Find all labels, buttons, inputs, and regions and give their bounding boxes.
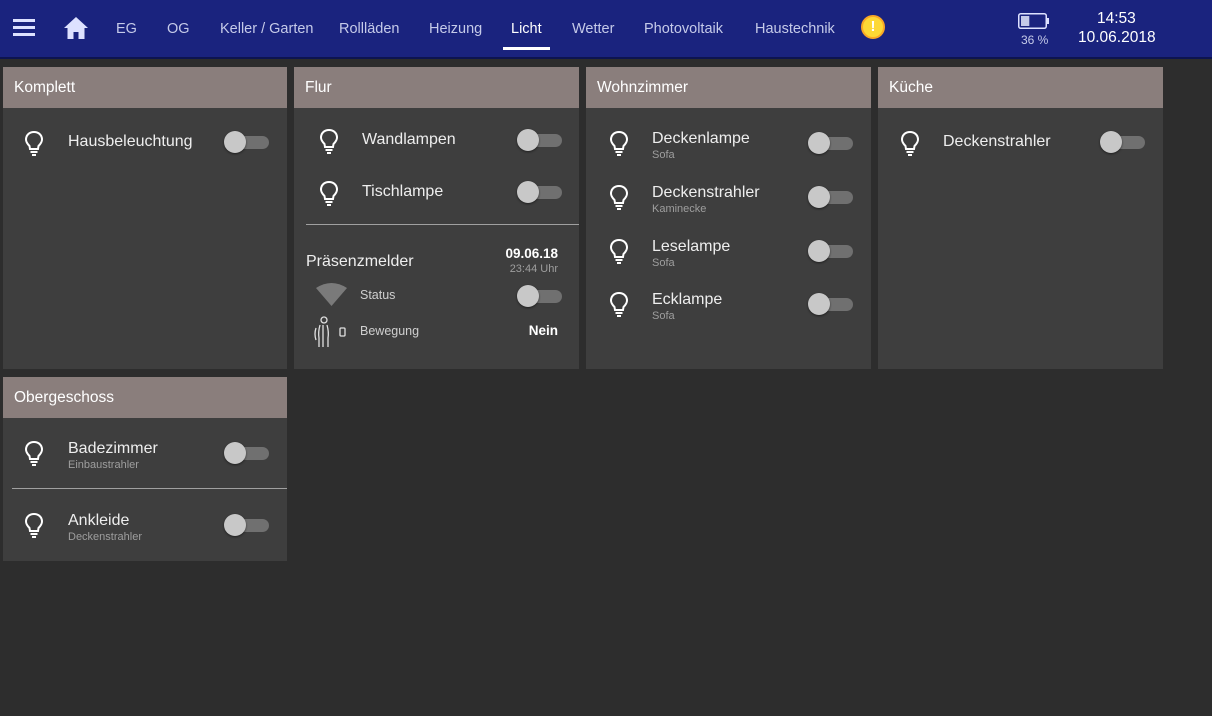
light-toggle[interactable]	[808, 293, 853, 315]
lightbulb-icon	[609, 130, 629, 156]
tab-eg[interactable]: EG	[116, 21, 137, 37]
wifi-signal-icon	[315, 282, 348, 306]
tab-licht[interactable]: Licht	[511, 21, 542, 37]
lightbulb-icon	[24, 130, 44, 156]
light-toggle[interactable]	[808, 186, 853, 208]
motion-value: Nein	[528, 323, 558, 338]
light-toggle[interactable]	[224, 131, 269, 153]
motion-label: Bewegung	[360, 324, 420, 338]
light-sublabel: Sofa	[652, 310, 675, 322]
light-toggle[interactable]	[1100, 131, 1145, 153]
lightbulb-icon	[900, 130, 920, 156]
lightbulb-icon	[24, 440, 44, 466]
light-sublabel: Sofa	[652, 257, 675, 269]
lightbulb-icon	[319, 128, 339, 154]
light-label: Badezimmer	[68, 440, 158, 457]
light-sublabel: Deckenstrahler	[68, 531, 142, 543]
tab-og[interactable]: OG	[167, 21, 190, 37]
clock-time: 14:53	[1097, 10, 1136, 27]
tab-heizung[interactable]: Heizung	[429, 21, 482, 37]
top-navigation-bar: EG OG Keller / Garten Rollläden Heizung …	[0, 0, 1212, 59]
tab-haustechnik[interactable]: Haustechnik	[755, 21, 835, 37]
divider	[12, 488, 287, 489]
card-kueche: Küche Deckenstrahler	[878, 67, 1163, 369]
light-toggle[interactable]	[808, 132, 853, 154]
lightbulb-icon	[319, 180, 339, 206]
lightbulb-icon	[609, 291, 629, 317]
divider	[306, 224, 579, 225]
motion-sensor-icon	[314, 316, 348, 348]
light-label: Deckenstrahler	[943, 133, 1051, 150]
tab-photovoltaik[interactable]: Photovoltaik	[644, 21, 723, 37]
card-title: Komplett	[3, 67, 287, 108]
lightbulb-icon	[24, 512, 44, 538]
card-komplett: Komplett Hausbeleuchtung	[3, 67, 287, 369]
active-tab-indicator	[503, 47, 550, 50]
light-label: Wandlampen	[362, 131, 456, 148]
light-label: Ankleide	[68, 512, 130, 529]
light-sublabel: Einbaustrahler	[68, 459, 139, 471]
presence-status-toggle[interactable]	[517, 285, 562, 307]
presence-date: 09.06.18	[505, 246, 558, 261]
clock-date: 10.06.2018	[1078, 29, 1156, 46]
light-toggle[interactable]	[517, 129, 562, 151]
battery-icon	[1018, 13, 1049, 29]
tab-rolllaeden[interactable]: Rollläden	[339, 21, 399, 37]
card-obergeschoss: Obergeschoss Badezimmer Einbaustrahler A…	[3, 377, 287, 561]
card-title: Flur	[294, 67, 579, 108]
light-toggle[interactable]	[224, 514, 269, 536]
presence-time: 23:44 Uhr	[509, 263, 558, 275]
card-wohnzimmer: Wohnzimmer Deckenlampe Sofa Deckenstrahl…	[586, 67, 871, 369]
card-title: Obergeschoss	[3, 377, 287, 418]
lightbulb-icon	[609, 238, 629, 264]
light-toggle[interactable]	[808, 240, 853, 262]
lightbulb-icon	[609, 184, 629, 210]
light-toggle[interactable]	[517, 181, 562, 203]
light-label: Deckenlampe	[652, 130, 750, 147]
home-icon[interactable]	[63, 16, 89, 40]
tab-keller-garten[interactable]: Keller / Garten	[220, 21, 314, 37]
status-label: Status	[360, 288, 396, 302]
card-flur: Flur Wandlampen Tischlampe Präsenzmelder…	[294, 67, 579, 369]
light-label: Hausbeleuchtung	[68, 133, 193, 150]
card-title: Küche	[878, 67, 1163, 108]
warning-icon[interactable]: !	[861, 15, 885, 39]
light-toggle[interactable]	[224, 442, 269, 464]
light-label: Tischlampe	[362, 183, 444, 200]
tab-wetter[interactable]: Wetter	[572, 21, 614, 37]
battery-percentage: 36 %	[1021, 33, 1049, 47]
light-sublabel: Sofa	[652, 149, 675, 161]
light-label: Deckenstrahler	[652, 184, 760, 201]
light-label: Leselampe	[652, 238, 731, 255]
light-sublabel: Kaminecke	[652, 203, 707, 215]
presence-detector-title: Präsenzmelder	[306, 253, 414, 270]
light-label: Ecklampe	[652, 291, 723, 308]
card-title: Wohnzimmer	[586, 67, 871, 108]
hamburger-menu-icon[interactable]	[13, 19, 35, 37]
